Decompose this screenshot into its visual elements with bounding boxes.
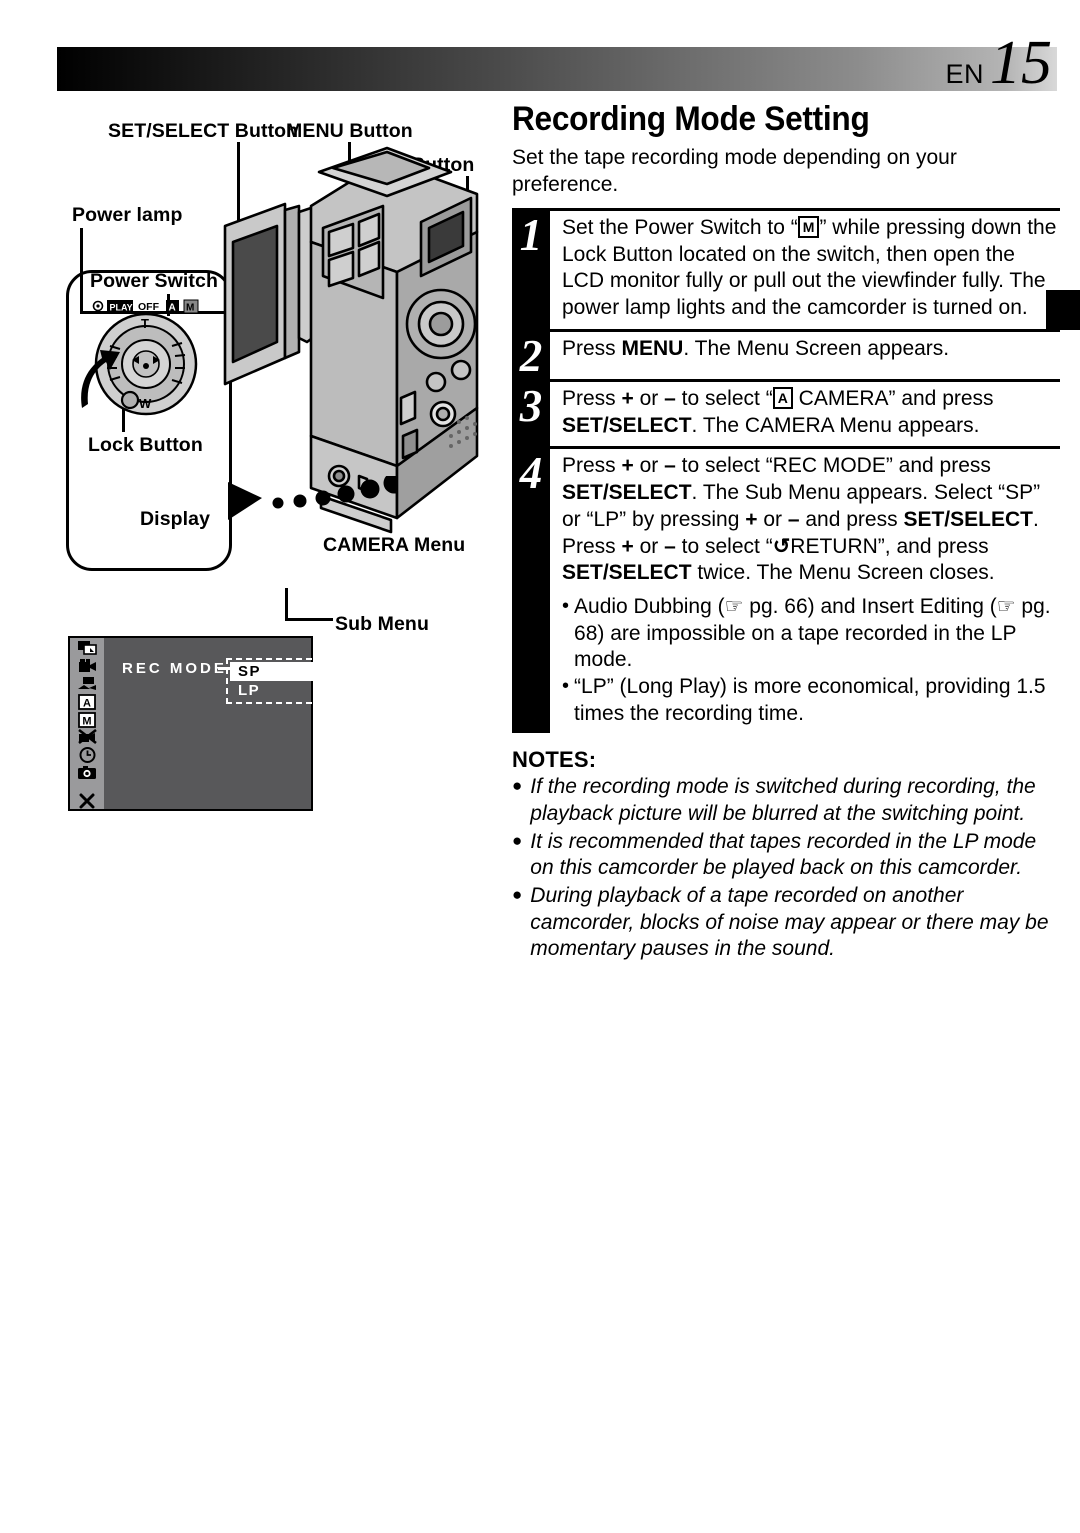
camera-film-icon[interactable] — [74, 658, 100, 675]
label-lock-button: Lock Button — [88, 434, 203, 456]
step-number: 2 — [512, 331, 550, 379]
svg-text:PLAY: PLAY — [110, 303, 133, 313]
emphasis-text: MENU — [621, 336, 684, 360]
note-item: ● It is recommended that tapes recorded i… — [512, 829, 1060, 882]
step-text: Press MENU. The Menu Screen appears. — [562, 336, 950, 360]
page-title: Recording Mode Setting — [512, 100, 870, 138]
page-number: 15 — [990, 29, 1052, 97]
svg-text:W: W — [139, 396, 152, 411]
label-set-select-button: SET/SELECT Button — [108, 120, 299, 142]
menu-icon-sidebar: A M — [70, 638, 104, 809]
emphasis-text: SET/SELECT — [562, 561, 692, 585]
emphasis-text: – — [664, 454, 676, 478]
notes-heading: NOTES: — [512, 747, 597, 773]
playback-monitor-icon[interactable] — [74, 676, 100, 693]
leader-submenu-vertical — [285, 588, 288, 620]
submenu-option-sp[interactable]: SP — [230, 662, 318, 681]
note-item: ● If the recording mode is switched durin… — [512, 774, 1060, 827]
no-video-icon[interactable] — [74, 729, 100, 746]
svg-text:OFF: OFF — [138, 301, 160, 313]
note-bullet-marker: ● — [512, 776, 523, 796]
step-item: 4 Press + or – to select “REC MODE” and p… — [512, 446, 1060, 734]
lcd-display-mock: A M REC MODE SP LP — [68, 636, 322, 811]
svg-text:M: M — [82, 715, 91, 727]
close-menu-icon[interactable] — [74, 792, 100, 809]
svg-text:A: A — [169, 303, 176, 314]
emphasis-text: SET/SELECT — [903, 507, 1033, 531]
boxed-mode-icon: A — [772, 386, 793, 409]
bullet-marker: • — [562, 595, 570, 618]
step-number: 3 — [512, 381, 550, 447]
step-number: 1 — [512, 210, 550, 329]
steps-list: 1 Set the Power Switch to “M” while press… — [512, 207, 1060, 734]
step-text: Set the Power Switch to “M” while pressi… — [562, 215, 1057, 320]
manual-mode-icon[interactable]: M — [74, 711, 100, 728]
bullet-text: “LP” (Long Play) is more economical, pro… — [574, 675, 1046, 725]
label-power-lamp: Power lamp — [72, 204, 183, 226]
step-bullet-item: • “LP” (Long Play) is more economical, pr… — [562, 674, 1060, 727]
bullet-text: Audio Dubbing (☞ pg. 66) and Insert Edit… — [574, 595, 1051, 672]
emphasis-text: SET/SELECT — [562, 413, 692, 437]
note-item: ● During playback of a tape recorded on a… — [512, 883, 1060, 963]
step-number: 4 — [512, 449, 550, 734]
still-photo-icon[interactable] — [74, 764, 100, 781]
step-bullet-list: • Audio Dubbing (☞ pg. 66) and Insert Edi… — [550, 594, 1060, 733]
note-bullet-marker: ● — [512, 885, 523, 905]
emphasis-text: SET/SELECT — [562, 481, 692, 505]
bullet-marker: • — [562, 675, 570, 698]
lcd-submenu: SP LP — [226, 658, 322, 704]
emphasis-text: + — [621, 454, 634, 478]
label-camera-menu: CAMERA Menu — [323, 534, 466, 556]
auto-mode-icon[interactable]: A — [74, 693, 100, 710]
svg-text:T: T — [141, 316, 149, 331]
label-menu-button: MENU Button — [286, 120, 413, 142]
header-gradient-bar — [57, 47, 1057, 91]
step-bullet-item: • Audio Dubbing (☞ pg. 66) and Insert Edi… — [562, 594, 1060, 674]
clock-icon[interactable] — [74, 747, 100, 764]
step-item: 1 Set the Power Switch to “M” while press… — [512, 207, 1060, 329]
return-arrow-icon: ↺ — [772, 534, 791, 558]
label-display: Display — [140, 508, 211, 530]
svg-text:M: M — [186, 303, 194, 314]
emphasis-text: + — [621, 386, 634, 410]
lcd-menu-item-label: REC MODE — [122, 660, 227, 677]
label-sub-menu: Sub Menu — [335, 613, 429, 635]
emphasis-text: + — [745, 507, 758, 531]
step-item: 2 Press MENU. The Menu Screen appears. — [512, 328, 1060, 379]
step-item: 3 Press + or – to select “A CAMERA” and p… — [512, 378, 1060, 447]
leader-submenu-horizontal — [285, 618, 333, 621]
page-number-block: EN 15 — [945, 29, 1052, 97]
step-text: Press + or – to select “REC MODE” and pr… — [562, 454, 1041, 585]
lcd-screen: A M REC MODE SP LP — [68, 636, 322, 811]
step-text: Press + or – to select “A CAMERA” and pr… — [562, 386, 994, 437]
emphasis-text: + — [621, 534, 634, 558]
emphasis-text: – — [664, 386, 676, 410]
emphasis-text: – — [664, 534, 676, 558]
page-language-label: EN — [945, 59, 984, 89]
note-text: It is recommended that tapes recorded in… — [530, 829, 1037, 880]
intro-text: Set the tape recording mode depending on… — [512, 146, 957, 196]
submenu-option-lp[interactable]: LP — [230, 681, 318, 700]
note-text: If the recording mode is switched during… — [530, 775, 1036, 826]
dotted-leader-arrow — [228, 476, 397, 520]
dubbing-icon[interactable] — [74, 640, 100, 657]
manual-page: EN 15 SET/SELECT Button MENU Button +, –… — [0, 0, 1080, 1533]
emphasis-text: – — [787, 507, 800, 531]
label-power-switch: Power Switch — [90, 270, 218, 292]
note-text: During playback of a tape recorded on an… — [530, 884, 1049, 961]
boxed-mode-icon: M — [797, 215, 820, 238]
note-bullet-marker: ● — [512, 830, 523, 850]
notes-list: ● If the recording mode is switched durin… — [512, 774, 1060, 963]
svg-text:A: A — [83, 697, 91, 709]
content-column: Recording Mode Setting Set the tape reco… — [512, 100, 1060, 964]
